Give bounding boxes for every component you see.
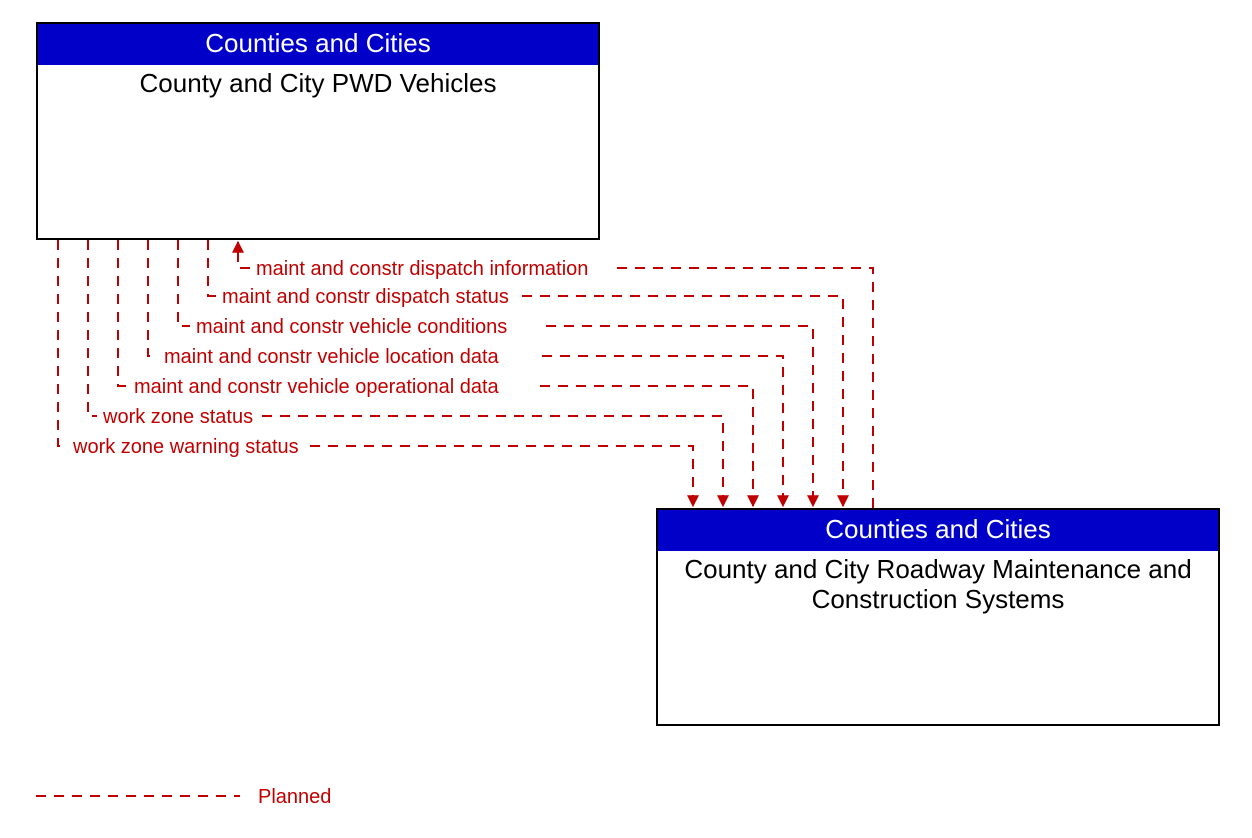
diagram-stage: Counties and Cities County and City PWD … — [0, 0, 1252, 838]
flow-label-dispatch-information: maint and constr dispatch information — [256, 258, 588, 281]
legend-label-planned: Planned — [258, 786, 331, 809]
entity-header-top: Counties and Cities — [38, 24, 598, 65]
entity-body-top: County and City PWD Vehicles — [38, 65, 598, 106]
flow-label-vehicle-conditions: maint and constr vehicle conditions — [196, 316, 507, 339]
flow-label-work-zone-warning: work zone warning status — [73, 436, 299, 459]
entity-header-bottom: Counties and Cities — [658, 510, 1218, 551]
flow-label-dispatch-status: maint and constr dispatch status — [222, 286, 509, 309]
flow-label-vehicle-location: maint and constr vehicle location data — [164, 346, 499, 369]
entity-body-bottom: County and City Roadway Maintenance and … — [658, 551, 1218, 623]
entity-box-pwd-vehicles: Counties and Cities County and City PWD … — [36, 22, 600, 240]
entity-box-roadway-maint-systems: Counties and Cities County and City Road… — [656, 508, 1220, 726]
flow-label-vehicle-operational: maint and constr vehicle operational dat… — [134, 376, 499, 399]
flow-line-dispatch-information — [238, 242, 873, 508]
flow-label-work-zone-status: work zone status — [103, 406, 253, 429]
